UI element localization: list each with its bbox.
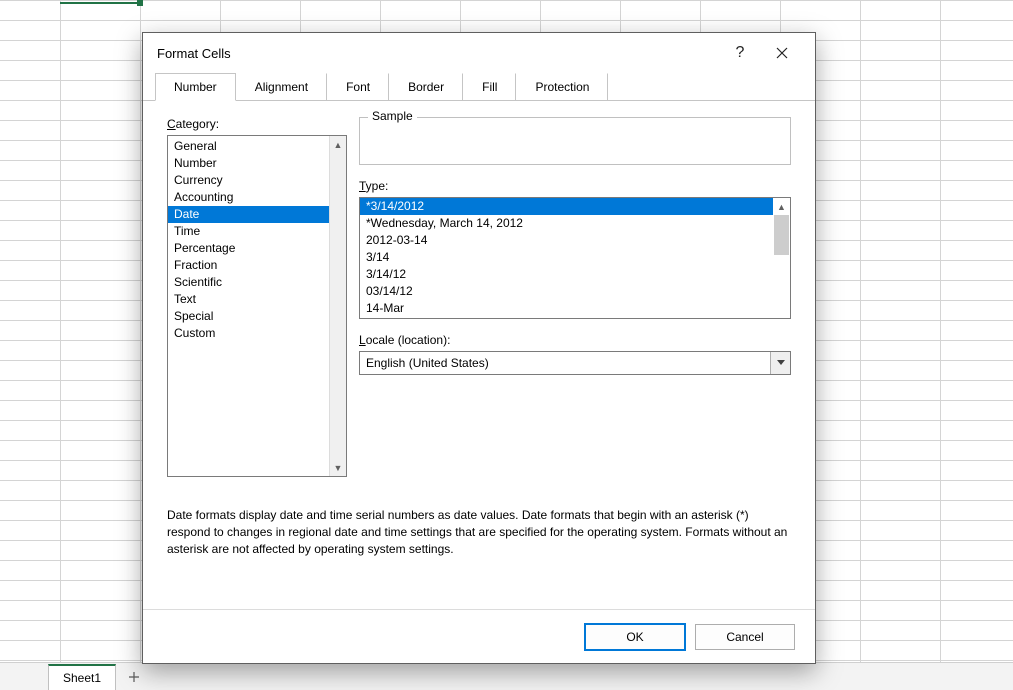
- category-item-date[interactable]: Date: [168, 206, 329, 223]
- category-item-number[interactable]: Number: [168, 155, 329, 172]
- ok-button[interactable]: OK: [585, 624, 685, 650]
- close-button[interactable]: [761, 35, 803, 71]
- type-listbox[interactable]: *3/14/2012 *Wednesday, March 14, 2012 20…: [359, 197, 791, 319]
- sheet-tab-bar: Sheet1: [0, 662, 1013, 690]
- scroll-up-icon[interactable]: ▲: [330, 136, 347, 153]
- category-item-scientific[interactable]: Scientific: [168, 274, 329, 291]
- sample-label: Sample: [368, 109, 417, 123]
- scroll-down-icon[interactable]: ▼: [330, 459, 347, 476]
- type-scrollbar[interactable]: ▲ ▼: [773, 198, 790, 318]
- category-item-custom[interactable]: Custom: [168, 325, 329, 342]
- type-item[interactable]: 2012-03-14: [360, 232, 773, 249]
- tab-number[interactable]: Number: [155, 73, 236, 101]
- dialog-titlebar: Format Cells ?: [143, 33, 815, 73]
- category-item-special[interactable]: Special: [168, 308, 329, 325]
- help-button[interactable]: ?: [719, 35, 761, 71]
- category-label: Category:: [167, 117, 347, 131]
- type-item[interactable]: 14-Mar: [360, 300, 773, 317]
- type-item[interactable]: *3/14/2012: [360, 198, 773, 215]
- type-label: Type:: [359, 179, 791, 193]
- cancel-button[interactable]: Cancel: [695, 624, 795, 650]
- category-item-time[interactable]: Time: [168, 223, 329, 240]
- sheet-tab-sheet1[interactable]: Sheet1: [48, 664, 116, 690]
- category-scrollbar[interactable]: ▲ ▼: [329, 136, 346, 476]
- category-item-percentage[interactable]: Percentage: [168, 240, 329, 257]
- add-sheet-button[interactable]: [120, 664, 148, 690]
- sheet-tab-label: Sheet1: [63, 671, 101, 685]
- category-item-general[interactable]: General: [168, 138, 329, 155]
- tab-alignment[interactable]: Alignment: [236, 73, 327, 101]
- format-cells-dialog: Format Cells ? Number Alignment Font Bor…: [142, 32, 816, 664]
- tab-fill[interactable]: Fill: [463, 73, 516, 101]
- category-item-currency[interactable]: Currency: [168, 172, 329, 189]
- dropdown-button[interactable]: [770, 352, 790, 374]
- type-item[interactable]: *Wednesday, March 14, 2012: [360, 215, 773, 232]
- description-text: Date formats display date and time seria…: [167, 507, 791, 558]
- dialog-title: Format Cells: [155, 46, 719, 61]
- locale-value: English (United States): [360, 356, 770, 370]
- locale-dropdown[interactable]: English (United States): [359, 351, 791, 375]
- category-item-accounting[interactable]: Accounting: [168, 189, 329, 206]
- close-icon: [776, 47, 788, 59]
- active-cell-indicator: [60, 0, 140, 4]
- category-listbox[interactable]: General Number Currency Accounting Date …: [167, 135, 347, 477]
- sample-box: Sample: [359, 117, 791, 165]
- locale-label: Locale (location):: [359, 333, 791, 347]
- type-item[interactable]: 3/14: [360, 249, 773, 266]
- type-item[interactable]: 3/14/12: [360, 266, 773, 283]
- tab-protection[interactable]: Protection: [516, 73, 608, 101]
- scroll-up-icon[interactable]: ▲: [773, 198, 790, 215]
- category-item-text[interactable]: Text: [168, 291, 329, 308]
- category-item-fraction[interactable]: Fraction: [168, 257, 329, 274]
- type-item[interactable]: 03/14/12: [360, 283, 773, 300]
- dialog-footer: OK Cancel: [143, 609, 815, 663]
- tab-font[interactable]: Font: [327, 73, 389, 101]
- tab-border[interactable]: Border: [389, 73, 463, 101]
- chevron-down-icon: [777, 360, 785, 366]
- dialog-tabs: Number Alignment Font Border Fill Protec…: [143, 73, 815, 101]
